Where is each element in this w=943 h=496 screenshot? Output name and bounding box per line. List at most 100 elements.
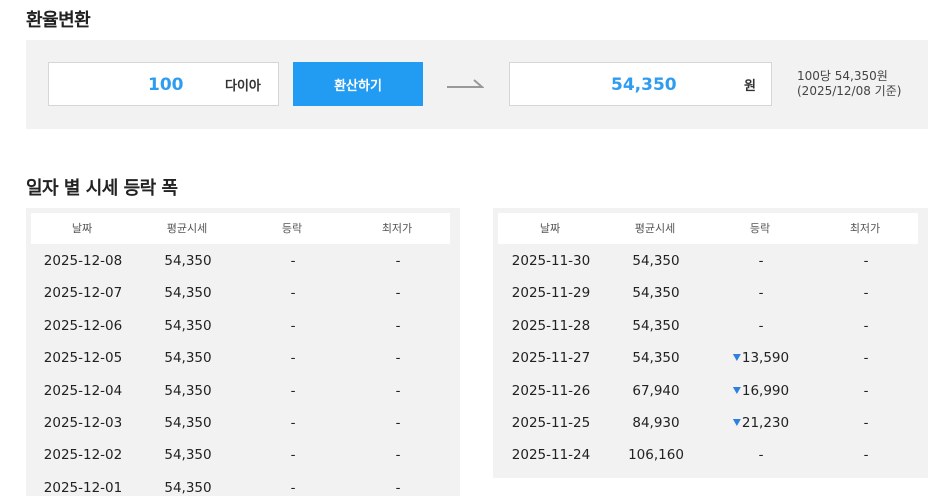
row-avg-price: 54,350 xyxy=(632,245,679,277)
table-row: 2025-12-01 54,350 - - xyxy=(26,472,460,496)
row-low-price: - xyxy=(396,407,401,439)
row-date: 2025-12-04 xyxy=(44,375,122,407)
row-avg-price: 54,350 xyxy=(164,245,211,277)
history-table-right: 날짜 평균시세 등락 최저가 2025-11-30 54,350- -2025-11… xyxy=(493,208,928,478)
arrow-right-icon xyxy=(447,79,484,88)
row-avg-price: 54,350 xyxy=(632,310,679,342)
row-low-price-text: - xyxy=(863,447,869,464)
header-date: 날짜 xyxy=(71,222,93,235)
row-avg-price-text: 54,350 xyxy=(632,253,680,269)
row-low-price: - xyxy=(864,310,869,342)
row-low-price: - xyxy=(864,277,869,309)
row-low-price-text: - xyxy=(863,253,869,269)
row-low-price: - xyxy=(864,375,869,407)
row-avg-price-text: 54,350 xyxy=(164,317,212,334)
table-row: 2025-12-08 54,350 - - xyxy=(26,245,460,277)
row-low-price: - xyxy=(396,439,401,471)
row-date: 2025-12-01 xyxy=(44,472,122,496)
row-change-text: - xyxy=(758,253,764,269)
row-avg-price-text: 54,350 xyxy=(164,415,212,431)
rate-note: 100당 54,350원 (2025/12/08 기준) xyxy=(797,69,901,99)
row-avg-price: 54,350 xyxy=(164,472,211,496)
row-date: 2025-12-05 xyxy=(44,342,122,374)
row-avg-price: 54,350 xyxy=(164,310,211,342)
row-date: 2025-11-25 xyxy=(512,407,590,439)
table-row: 2025-11-24 106,160 - - xyxy=(493,439,928,471)
row-change-text: - xyxy=(290,382,296,399)
row-change: - xyxy=(291,310,296,342)
table-row: 2025-11-26 67,940 16,990 - xyxy=(493,375,928,407)
row-change: - xyxy=(291,342,296,374)
history-table-left: 날짜 평균시세 등락 최저가 2025-12-08 54,350- -2025-12… xyxy=(26,208,460,496)
row-date-text: 2025-11-24 xyxy=(511,447,591,464)
rate-note-line2: (2025/12/08 기준) xyxy=(797,84,902,98)
row-low-price: - xyxy=(396,245,401,277)
diamond-unit-label: 다이아 xyxy=(225,79,261,94)
row-date: 2025-11-27 xyxy=(512,342,590,374)
row-avg-price-text: 54,350 xyxy=(164,350,212,367)
row-date: 2025-11-29 xyxy=(512,277,590,309)
row-date: 2025-11-30 xyxy=(512,245,590,277)
row-change-text: - xyxy=(290,415,296,431)
won-result-value: 54,350 xyxy=(611,75,677,95)
table-row: 2025-11-28 54,350 - - xyxy=(493,310,928,342)
convert-button[interactable]: 환산하기 xyxy=(293,62,423,106)
row-date: 2025-11-28 xyxy=(512,310,590,342)
row-avg-price: 54,350 xyxy=(164,375,211,407)
row-low-price-text: - xyxy=(863,317,869,334)
down-triangle-icon xyxy=(732,419,741,426)
table-row: 2025-12-02 54,350 - - xyxy=(26,439,460,471)
row-low-price-text: - xyxy=(863,285,869,302)
row-date: 2025-11-26 xyxy=(512,375,590,407)
row-low-price-text: - xyxy=(395,479,401,496)
row-change-text: - xyxy=(290,350,296,367)
row-change: - xyxy=(291,439,296,471)
row-low-price: - xyxy=(864,245,869,277)
row-low-price-text: - xyxy=(395,415,401,431)
table-row: 2025-12-06 54,350 - - xyxy=(26,310,460,342)
row-date-text: 2025-11-29 xyxy=(511,285,591,302)
row-low-price-text: - xyxy=(395,253,401,269)
table-row: 2025-11-27 54,350 13,590 - xyxy=(493,342,928,374)
won-result-field: 54,350 원 xyxy=(509,62,772,106)
row-low-price: - xyxy=(396,342,401,374)
row-date: 2025-12-02 xyxy=(44,439,122,471)
row-change: 13,590 xyxy=(732,342,789,374)
row-low-price-text: - xyxy=(395,285,401,302)
row-avg-price: 84,930 xyxy=(632,407,679,439)
row-avg-price-text: 54,350 xyxy=(632,317,680,334)
row-avg-price: 106,160 xyxy=(628,439,684,471)
row-low-price: - xyxy=(396,277,401,309)
row-low-price: - xyxy=(864,342,869,374)
row-change: - xyxy=(759,310,764,342)
row-date-text: 2025-11-28 xyxy=(511,317,591,334)
row-avg-price-text: 54,350 xyxy=(632,285,680,302)
row-date-text: 2025-12-02 xyxy=(43,447,123,464)
row-change-text: - xyxy=(290,447,296,464)
row-avg-price-text: 54,350 xyxy=(632,350,680,367)
row-low-price: - xyxy=(396,310,401,342)
row-date-text: 2025-11-27 xyxy=(511,350,591,367)
row-avg-price-text: 54,350 xyxy=(164,479,212,496)
row-avg-price-text: 84,930 xyxy=(632,415,680,431)
row-change-text: - xyxy=(290,317,296,334)
row-low-price-text: - xyxy=(863,382,869,399)
row-avg-price: 54,350 xyxy=(164,277,211,309)
diamond-amount-input[interactable]: 100 다이아 xyxy=(48,62,279,106)
header-change: 등락 xyxy=(749,222,771,235)
row-date: 2025-12-06 xyxy=(44,310,122,342)
table-row: 2025-11-25 84,930 21,230 - xyxy=(493,407,928,439)
header-low: 최저가 xyxy=(381,222,413,235)
row-avg-price: 54,350 xyxy=(632,342,679,374)
table-row: 2025-11-29 54,350 - - xyxy=(493,277,928,309)
header-change: 등락 xyxy=(281,222,303,235)
row-avg-price: 67,940 xyxy=(632,375,679,407)
diamond-amount-value[interactable]: 100 xyxy=(148,75,184,95)
row-change: - xyxy=(291,375,296,407)
row-date: 2025-12-03 xyxy=(44,407,122,439)
exchange-page: 환율변환 100 다이아 환산하기 54,350 원 100당 54,350원 … xyxy=(0,0,943,496)
row-low-price-text: - xyxy=(863,350,869,367)
row-low-price-text: - xyxy=(395,317,401,334)
row-avg-price: 54,350 xyxy=(632,277,679,309)
row-change-text: - xyxy=(290,479,296,496)
